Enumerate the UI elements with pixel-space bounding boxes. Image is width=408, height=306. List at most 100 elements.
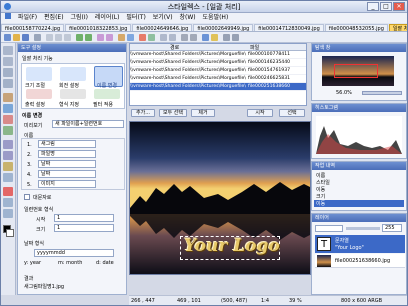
- navigator-view-box[interactable]: [334, 64, 378, 78]
- table-row[interactable]: \\vmware-host\Shared Folders\Pictures\Mo…: [130, 59, 306, 67]
- menu-edit[interactable]: 편집(E): [44, 13, 64, 23]
- move-icon[interactable]: [3, 68, 13, 77]
- resize-icon[interactable]: [127, 34, 134, 41]
- save-icon[interactable]: [22, 34, 29, 41]
- open-icon[interactable]: [13, 34, 20, 41]
- copy-icon[interactable]: [55, 34, 62, 41]
- grid-icon[interactable]: [181, 34, 188, 41]
- crop-icon[interactable]: [118, 34, 125, 41]
- opacity-slider[interactable]: [346, 227, 380, 230]
- filter-icon[interactable]: [148, 34, 155, 41]
- file-list[interactable]: 경로 파일 \\vmware-host\Shared Folders\Pictu…: [129, 43, 307, 106]
- menu-filter[interactable]: 필터(T): [126, 13, 145, 23]
- history-item[interactable]: 스타일: [316, 179, 330, 186]
- crop-tool-icon[interactable]: [3, 79, 13, 88]
- tab-document[interactable]: file0001018322853.jpg: [65, 24, 132, 31]
- ruler-icon[interactable]: [190, 34, 197, 41]
- menu-file[interactable]: 파일(F): [18, 13, 37, 23]
- shape-icon[interactable]: [3, 173, 13, 182]
- history-item[interactable]: 이름: [316, 172, 325, 179]
- table-row-selected[interactable]: \\vmware-host\Shared Folders\Pictures\Mo…: [130, 83, 306, 91]
- close-icon[interactable]: ✕: [393, 2, 405, 11]
- layer-row-image[interactable]: file000251638660.jpg: [315, 254, 405, 268]
- history-item[interactable]: 이동: [316, 186, 325, 193]
- rotate-function-icon[interactable]: [60, 67, 86, 81]
- image-preview[interactable]: Your Logo: [129, 121, 311, 275]
- tab-document[interactable]: file00002649949.jpg: [193, 24, 254, 31]
- menu-help[interactable]: 도움말(H): [203, 13, 229, 23]
- format-function-icon[interactable]: [60, 89, 86, 99]
- resize-function-icon[interactable]: [26, 67, 52, 81]
- brush-icon[interactable]: [3, 93, 13, 102]
- table-row[interactable]: \\vmware-host\Shared Folders\Pictures\Mo…: [130, 67, 306, 75]
- select-icon[interactable]: [3, 46, 13, 55]
- remove-button[interactable]: 제거: [191, 109, 215, 117]
- tab-document[interactable]: file00014712830049.jpg: [254, 24, 324, 31]
- uppercase-checkbox[interactable]: [24, 194, 30, 200]
- layer-row-text[interactable]: T 문자열 "Your Logo": [315, 235, 405, 253]
- new-icon[interactable]: [4, 34, 11, 41]
- serial-start-input[interactable]: 1: [54, 214, 114, 222]
- print-icon[interactable]: [34, 34, 41, 41]
- name-field-select[interactable]: 새그림: [38, 140, 96, 148]
- tab-batch-process[interactable]: 일괄 처리: [388, 24, 407, 31]
- menu-view[interactable]: 보기(V): [153, 13, 173, 23]
- color-picker-icon[interactable]: [3, 187, 13, 196]
- filter-function-icon[interactable]: [94, 89, 120, 99]
- output-function-icon[interactable]: [26, 89, 52, 99]
- menu-image[interactable]: 그림(I): [70, 13, 88, 23]
- column-file[interactable]: 파일: [250, 44, 259, 51]
- table-row[interactable]: \\vmware-host\Shared Folders\Pictures\Mo…: [130, 75, 306, 83]
- tab-document[interactable]: file000048532055.jpg: [324, 24, 388, 31]
- history-item[interactable]: 크기: [316, 193, 325, 200]
- hand-icon[interactable]: [3, 209, 13, 218]
- fill-icon[interactable]: [3, 126, 13, 135]
- tab-document[interactable]: file00024649646.jpg: [132, 24, 193, 31]
- select-all-button[interactable]: 모두 선택: [159, 109, 187, 117]
- zoom-tool-icon[interactable]: [3, 198, 13, 207]
- text-tool-icon[interactable]: [3, 162, 13, 171]
- blend-mode-select[interactable]: [315, 225, 343, 232]
- blur-icon[interactable]: [3, 151, 13, 160]
- pencil-icon[interactable]: [3, 104, 13, 113]
- redo-icon[interactable]: [85, 34, 92, 41]
- menu-layer[interactable]: 레이어(L): [95, 13, 120, 23]
- add-button[interactable]: 추가...: [131, 109, 155, 117]
- column-path[interactable]: 경로: [170, 44, 179, 51]
- table-row[interactable]: \\vmware-host\Shared Folders\Pictures\Mo…: [130, 51, 306, 59]
- clone-icon[interactable]: [3, 140, 13, 149]
- date-format-input[interactable]: yyyymmdd: [34, 249, 114, 257]
- text-icon[interactable]: [211, 34, 218, 41]
- flip-icon[interactable]: [106, 34, 113, 41]
- name-field-select[interactable]: 날짜: [38, 160, 96, 168]
- batch-icon[interactable]: [139, 34, 146, 41]
- settings-icon[interactable]: [223, 34, 230, 41]
- rotate-icon[interactable]: [97, 34, 104, 41]
- minimize-icon[interactable]: _: [367, 2, 379, 11]
- name-field-select[interactable]: 날짜: [38, 170, 96, 178]
- background-color[interactable]: [6, 229, 14, 237]
- status-zoom-ratio: 1:4: [261, 298, 270, 304]
- start-button[interactable]: 시작: [247, 109, 273, 117]
- serial-size-input[interactable]: 1: [54, 224, 114, 232]
- zoom-slider[interactable]: [362, 91, 402, 95]
- paste-icon[interactable]: [64, 34, 71, 41]
- layer-icon[interactable]: [202, 34, 209, 41]
- preview-select[interactable]: 새 파일이름+일련번호: [52, 120, 124, 128]
- help-icon[interactable]: [232, 34, 239, 41]
- name-field-select[interactable]: 이미지: [38, 180, 96, 188]
- cut-icon[interactable]: [46, 34, 53, 41]
- zoom-in-icon[interactable]: [160, 34, 167, 41]
- maximize-icon[interactable]: □: [380, 2, 392, 11]
- menu-window[interactable]: 창(W): [179, 13, 195, 23]
- choose-button[interactable]: 선택: [279, 109, 305, 117]
- lasso-icon[interactable]: [3, 57, 13, 66]
- history-item-selected[interactable]: 이동: [314, 200, 404, 207]
- eraser-icon[interactable]: [3, 115, 13, 124]
- app-menu-icon[interactable]: [5, 13, 11, 19]
- undo-icon[interactable]: [76, 34, 83, 41]
- name-field-select[interactable]: 파일명: [38, 150, 96, 158]
- opacity-input[interactable]: 255: [382, 224, 402, 232]
- tab-document[interactable]: file000158770224.jpg: [1, 24, 65, 31]
- zoom-out-icon[interactable]: [169, 34, 176, 41]
